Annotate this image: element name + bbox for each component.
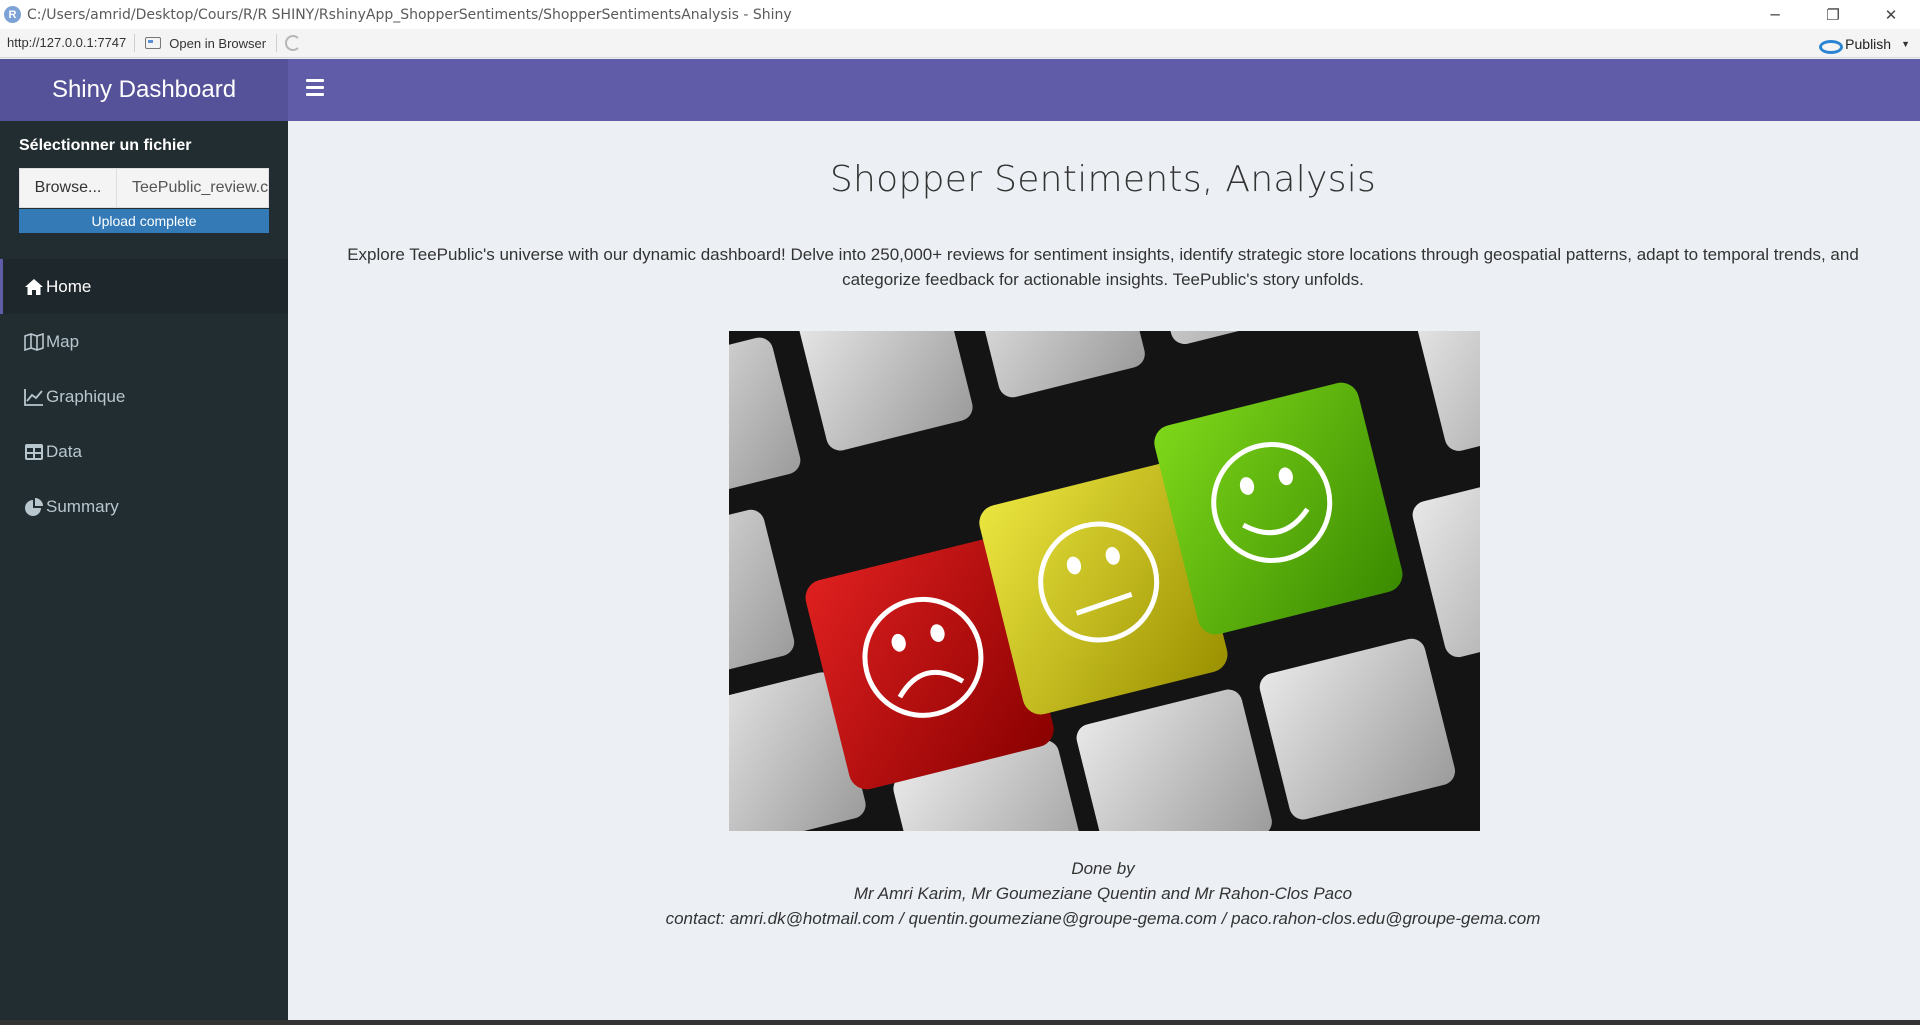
file-input-label: Sélectionner un fichier [19,137,192,154]
restore-button[interactable]: ❐ [1804,0,1862,29]
window-titlebar: R C:/Users/amrid/Desktop/Cours/R/R SHINY… [0,0,1920,29]
publish-label: Publish [1845,35,1892,52]
dashboard-brand[interactable]: Shiny Dashboard [0,59,288,121]
sidebar-item-data[interactable]: Data [0,424,288,479]
sidebar-menu: Home Map Graphique Data Summary [0,259,288,534]
file-name-field[interactable]: TeePublic_review.csv [117,168,269,208]
viewer-toolbar: http://127.0.0.1:7747 Open in Browser Pu… [0,29,1920,58]
refresh-icon[interactable] [285,35,302,51]
table-icon [25,443,43,460]
upload-progress-bar: Upload complete [19,209,269,233]
window-title: C:/Users/amrid/Desktop/Cours/R/R SHINY/R… [27,6,792,23]
sidebar: Sélectionner un fichier Browse... TeePub… [0,121,288,1020]
sidebar-item-map[interactable]: Map [0,314,288,369]
sidebar-item-label: Home [46,276,92,296]
browse-button[interactable]: Browse... [19,168,117,208]
sidebar-item-label: Map [46,331,80,351]
credits-contact: contact: amri.dk@hotmail.com / quentin.g… [665,909,1541,928]
sidebar-item-label: Summary [46,496,119,516]
open-in-browser-label: Open in Browser [169,35,267,51]
sidebar-item-home[interactable]: Home [0,259,288,314]
sidebar-item-label: Data [46,441,82,461]
pie-chart-icon [25,497,43,516]
keyboard-illustration [729,331,1480,831]
home-icon [25,278,43,295]
sidebar-item-label: Graphique [46,386,126,406]
sidebar-toggle-icon[interactable] [306,79,324,99]
credits-authors: Mr Amri Karim, Mr Goumeziane Quentin and… [853,884,1353,903]
intro-paragraph: Explore TeePublic's universe with our dy… [347,245,1859,289]
open-in-browser-button[interactable]: Open in Browser [135,34,278,52]
file-input: Browse... TeePublic_review.csv [19,168,269,208]
credits-done-by: Done by [1071,859,1135,878]
sentiment-keyboard-image [729,331,1480,831]
publish-dropdown-icon[interactable]: ▼ [1901,39,1910,49]
minimize-button[interactable]: ─ [1746,0,1804,29]
sidebar-item-summary[interactable]: Summary [0,479,288,534]
top-navbar [288,59,1920,121]
page-title: Shopper Sentiments, Analysis [829,159,1377,200]
browser-window-icon [145,37,162,49]
sidebar-item-graphique[interactable]: Graphique [0,369,288,424]
r-app-icon: R [4,6,21,23]
main-content: Shopper Sentiments, Analysis Explore Tee… [288,121,1920,1020]
publish-icon [1819,37,1844,54]
credits-block: Done by Mr Amri Karim, Mr Goumeziane Que… [288,856,1918,931]
map-icon [24,332,44,351]
publish-button[interactable]: Publish ▼ [1819,29,1910,58]
app-url[interactable]: http://127.0.0.1:7747 [0,34,136,52]
close-button[interactable]: ✕ [1862,0,1920,29]
window-bottom-edge [0,1020,1920,1025]
window-controls: ─ ❐ ✕ [1746,0,1920,29]
line-chart-icon [24,388,43,406]
